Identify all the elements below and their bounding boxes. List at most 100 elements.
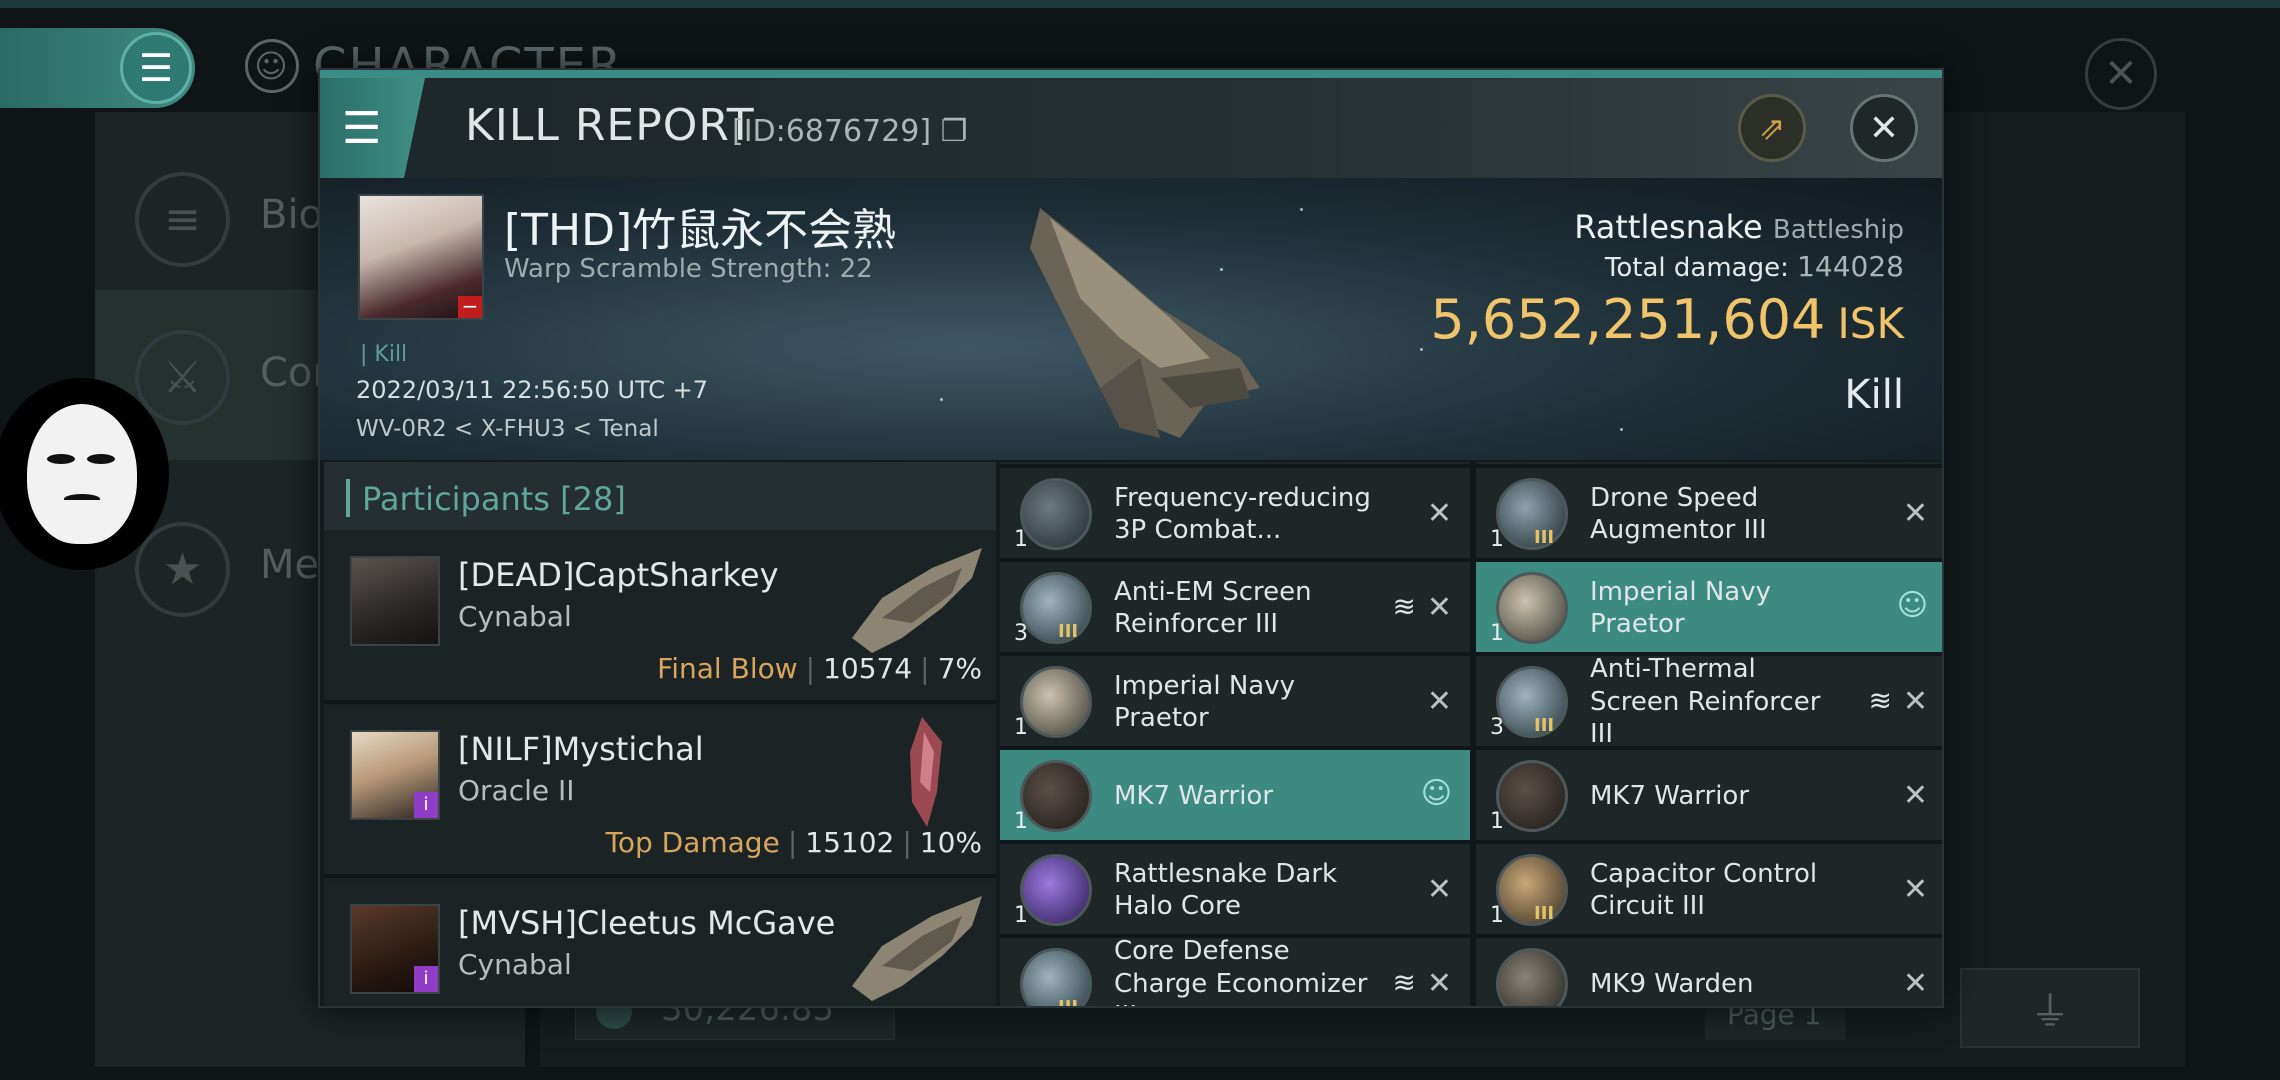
module-icon [1496, 854, 1568, 926]
destroyed-icon: ✕ [1902, 872, 1928, 907]
participant-avatar[interactable]: i [350, 730, 440, 820]
item-name: Rattlesnake Dark Halo Core [1114, 858, 1338, 922]
participant-row[interactable]: i [NILF]Mystichal Oracle II Top Damage | 1… [324, 708, 996, 878]
info-tag-icon: i [414, 792, 438, 818]
user-avatar[interactable] [0, 378, 169, 570]
kill-report-menu-button[interactable]: ☰ [320, 78, 425, 178]
kill-report-close-button[interactable]: ✕ [1850, 94, 1918, 162]
stack-icon: ≋ [1392, 966, 1416, 999]
isk-value: 5,652,251,604 ISK [1430, 288, 1904, 351]
participant-ship-image[interactable] [842, 538, 992, 658]
drone-icon [1020, 666, 1092, 738]
stack-icon: ≋ [1392, 590, 1416, 623]
item-name: Capacitor Control Circuit III [1590, 858, 1818, 922]
destroyed-icon: ✕ [1426, 872, 1452, 907]
participant-row[interactable]: [DEAD]CaptSharkey Cynabal Final Blow | 105… [324, 534, 996, 704]
item-name: Anti-EM Screen Reinforcer III [1114, 576, 1312, 640]
kill-tag: | Kill [360, 342, 408, 367]
victim-name[interactable]: [THD]竹鼠永不会熟 [504, 194, 896, 258]
module-icon [1020, 572, 1092, 644]
item-cell[interactable]: 1 III Drone Speed Augmentor III ✕ [1476, 468, 1942, 560]
item-cell[interactable]: 1 Rattlesnake Dark Halo Core ✕ [1000, 844, 1470, 936]
item-cell[interactable]: 1 Frequency-reducing 3P Combat... ✕ [1000, 468, 1470, 560]
item-cell[interactable]: 1 Imperial Navy Praetor ✕ [1000, 656, 1470, 748]
hamburger-icon: ☰ [138, 46, 174, 90]
destroyed-icon: ✕ [1426, 496, 1452, 531]
item-cell[interactable]: 1 III Capacitor Control Circuit III ✕ [1476, 844, 1942, 936]
item-name: MK9 Warden [1590, 968, 1754, 999]
accent-bar [320, 70, 1942, 78]
item-name: Anti-Thermal Screen Reinforcer III [1590, 654, 1821, 750]
item-cell[interactable]: 3 III Anti-EM Screen Reinforcer III ≋ ✕ [1000, 562, 1470, 654]
share-icon: ⇗ [1758, 109, 1786, 147]
participant-name: [DEAD]CaptSharkey [458, 556, 779, 594]
module-icon [1020, 478, 1092, 550]
warp-scramble-strength: Warp Scramble Strength: 22 [504, 254, 873, 284]
total-damage: Total damage: 144028 [1604, 250, 1904, 283]
close-icon: ✕ [2104, 51, 2138, 97]
victim-ship-name[interactable]: Rattlesnake Battleship [1574, 208, 1904, 246]
filter-button[interactable]: ⏚ [1960, 968, 2140, 1048]
implant-icon [1020, 854, 1092, 926]
item-cell[interactable]: 1 MK7 Warrior ✕ [1476, 750, 1942, 842]
item-name: Frequency-reducing 3P Combat... [1114, 482, 1371, 546]
kill-date: 2022/03/11 22:56:50 UTC +7 [356, 376, 708, 404]
hamburger-icon: ☰ [342, 102, 382, 154]
item-name: Imperial Navy Praetor [1590, 576, 1771, 640]
item-name: MK7 Warrior [1590, 780, 1750, 811]
character-close-button[interactable]: ✕ [2085, 38, 2157, 110]
participant-avatar[interactable]: i [350, 904, 440, 994]
kill-report-id[interactable]: [ID:6876729] ❐ [732, 114, 968, 149]
participant-avatar[interactable] [350, 556, 440, 646]
participant-ship: Cynabal [458, 600, 572, 633]
victim-portrait[interactable]: − [358, 194, 484, 320]
destroyed-icon: ✕ [1902, 966, 1928, 1001]
copy-icon: ❐ [940, 114, 968, 149]
participant-name: [MVSH]Cleetus McGave [458, 904, 836, 942]
user-icon: ☺ [1420, 776, 1452, 811]
item-cell[interactable]: MK9 Warden ✕ [1476, 938, 1942, 1006]
item-cell[interactable]: 1 Imperial Navy Praetor ☺ [1476, 562, 1942, 654]
module-icon [1020, 948, 1092, 1006]
mask-icon [26, 404, 137, 544]
crossed-swords-icon: ⚔ [135, 330, 230, 425]
module-icon [1496, 478, 1568, 550]
user-icon: ☺ [1896, 588, 1928, 623]
result-label: Kill [1844, 372, 1904, 418]
participant-stats: Final Blow | 10574 | 7% [657, 652, 982, 685]
drone-icon [1496, 760, 1568, 832]
participant-ship-image[interactable] [842, 712, 992, 832]
kill-location[interactable]: WV-0R2 < X-FHU3 < Tenal [356, 416, 659, 442]
participant-name: [NILF]Mystichal [458, 730, 704, 768]
stack-icon: ≋ [1868, 684, 1892, 717]
item-cell[interactable]: 1 MK7 Warrior ☺ [1000, 750, 1470, 842]
hostile-flag-icon: − [458, 296, 482, 318]
item-cell-partial [1000, 462, 1470, 466]
star-icon: ★ [135, 522, 230, 617]
info-tag-icon: i [414, 966, 438, 992]
victim-ship-image[interactable] [1010, 188, 1270, 458]
list-icon: ≡ [135, 172, 230, 267]
kill-report-header: ☰ KILL REPORT [ID:6876729] ❐ ⇗ ✕ [320, 78, 1942, 178]
participant-row[interactable]: i [MVSH]Cleetus McGave Cynabal [324, 882, 996, 1006]
item-cell[interactable]: 3 III Anti-Thermal Screen Reinforcer III … [1476, 654, 1942, 750]
top-strip [0, 0, 2280, 8]
item-cell-partial [1476, 462, 1942, 466]
item-name: Imperial Navy Praetor [1114, 670, 1295, 734]
main-menu-button[interactable]: ☰ [120, 32, 192, 104]
participant-ship-image[interactable] [842, 886, 992, 1006]
filter-icon: ⏚ [2030, 989, 2070, 1035]
item-name: Drone Speed Augmentor III [1590, 482, 1767, 546]
destroyed-icon: ✕ [1902, 684, 1928, 719]
close-icon: ✕ [1868, 107, 1900, 149]
item-cell[interactable]: III Core Defense Charge Economizer III ≋… [1000, 936, 1470, 1006]
victim-banner: − [THD]竹鼠永不会熟 Warp Scramble Strength: 22… [320, 178, 1942, 460]
participant-ship: Cynabal [458, 948, 572, 981]
participants-list: Participants [28] [DEAD]CaptSharkey Cyna… [324, 462, 996, 1006]
share-button[interactable]: ⇗ [1738, 94, 1806, 162]
participant-ship: Oracle II [458, 774, 575, 807]
fitted-items-grid: 1 Frequency-reducing 3P Combat... ✕ 1 III… [1000, 462, 1942, 1006]
item-name: MK7 Warrior [1114, 780, 1274, 811]
kill-report-panel: ☰ KILL REPORT [ID:6876729] ❐ ⇗ ✕ − [THD]… [318, 68, 1944, 1008]
destroyed-icon: ✕ [1426, 966, 1452, 1001]
